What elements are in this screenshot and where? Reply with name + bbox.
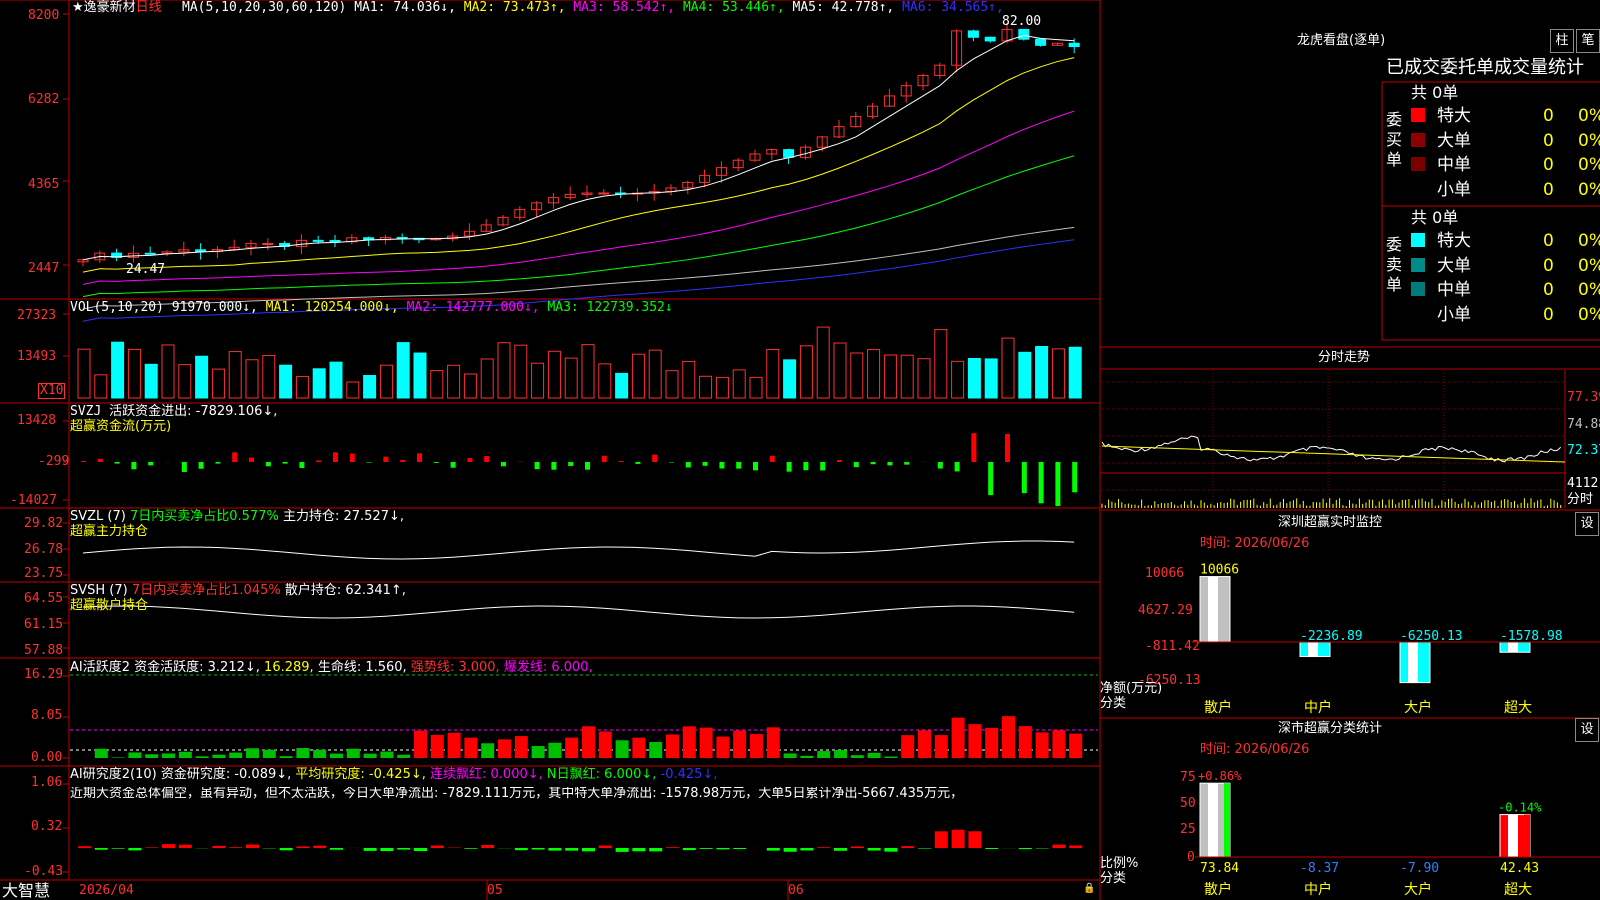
bar-value-label: 42.43 bbox=[1500, 861, 1539, 876]
bar-highlight bbox=[1208, 783, 1218, 857]
bar-value-label: -8.37 bbox=[1300, 861, 1339, 876]
szfl-bar-chart: +0.86% 73.84 散户 -8.37 中户 -7.90 大户 -0.14% 42.43 超大 bbox=[1195, 769, 1600, 898]
bar-highlight bbox=[1508, 814, 1518, 857]
category-label: 大户 bbox=[1404, 881, 1432, 898]
bar-value-label: 73.84 bbox=[1200, 861, 1239, 876]
category-label: 超大 bbox=[1504, 882, 1532, 898]
bar-edge bbox=[1524, 814, 1530, 857]
bar-edge bbox=[1224, 783, 1230, 857]
category-label: 散户 bbox=[1204, 881, 1232, 898]
change-label: +0.86% bbox=[1198, 769, 1242, 783]
category-label: 中户 bbox=[1304, 881, 1332, 898]
change-label: -0.14% bbox=[1498, 801, 1542, 815]
bar-value-label: -7.90 bbox=[1400, 861, 1439, 876]
